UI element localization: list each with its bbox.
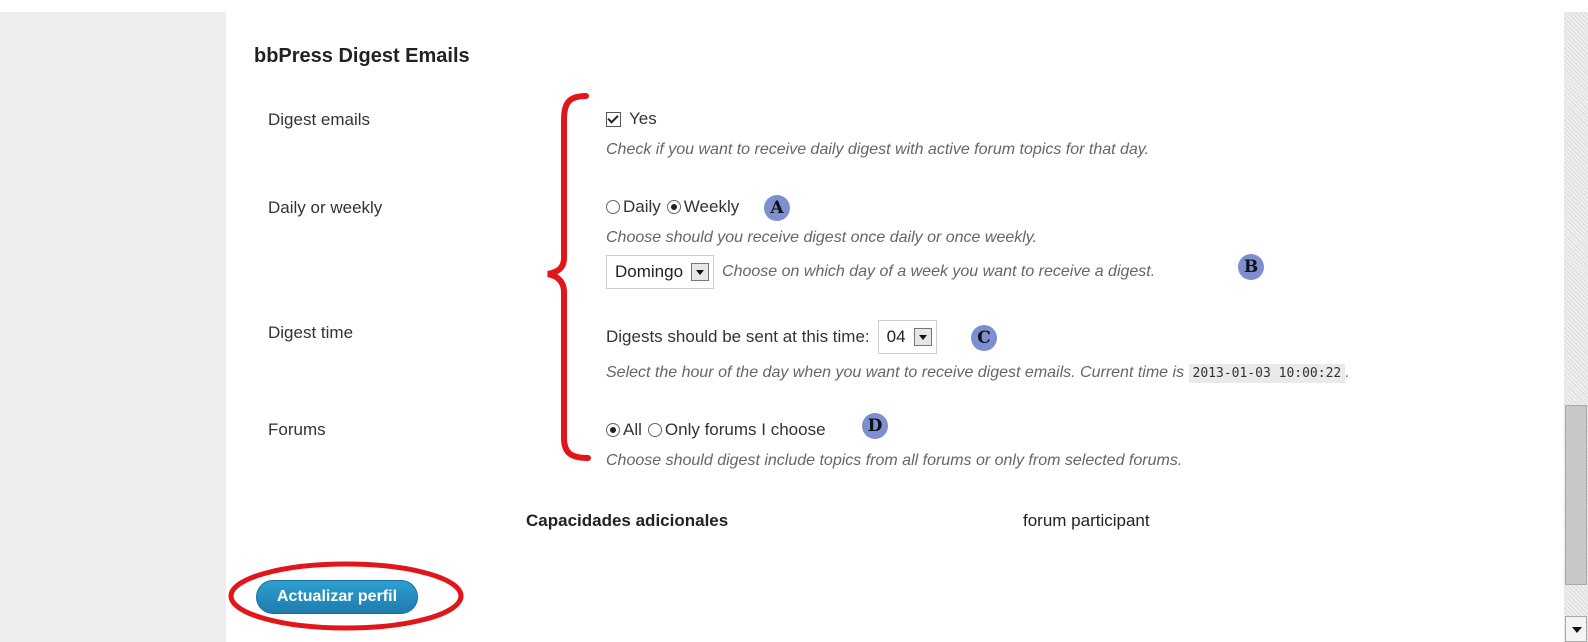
digest-time-description: Select the hour of the day when you want… (606, 364, 1185, 381)
hour-select-value: 04 (886, 327, 906, 346)
digest-time-prefix: Digests should be sent at this time: (606, 327, 870, 346)
all-forums-radio-label[interactable]: All (623, 420, 642, 440)
daily-weekly-description: Choose should you receive digest once da… (606, 229, 1038, 246)
chevron-down-icon[interactable] (913, 328, 932, 346)
annotation-badge-c: C (971, 325, 997, 351)
profile-content: bbPress Digest Emails Digest emails Yes … (226, 12, 1564, 642)
digest-emails-label: Digest emails (268, 110, 371, 129)
selected-forums-radio-label[interactable]: Only forums I choose (665, 420, 826, 440)
weekly-radio-label[interactable]: Weekly (684, 197, 739, 217)
scroll-down-icon[interactable] (1565, 616, 1587, 642)
annotation-badge-d: D (862, 413, 888, 439)
daily-radio-label[interactable]: Daily (623, 197, 661, 217)
digest-emails-description: Check if you want to receive daily diges… (606, 141, 1150, 158)
annotation-badge-a: A (764, 195, 790, 221)
vertical-scrollbar[interactable] (1564, 12, 1588, 642)
digest-emails-checkbox[interactable] (606, 111, 621, 127)
digest-emails-checkbox-label[interactable]: Yes (629, 109, 657, 129)
section-title: bbPress Digest Emails (254, 45, 470, 67)
selected-forums-radio[interactable] (647, 423, 662, 437)
forums-field: All Only forums I choose (606, 420, 826, 440)
daily-weekly-field: Daily Weekly (606, 197, 739, 217)
hour-select[interactable]: 04 (877, 320, 937, 354)
capabilities-label: Capacidades adicionales (526, 511, 729, 530)
day-select[interactable]: Domingo (606, 255, 715, 289)
capabilities-value: forum participant (1023, 511, 1150, 530)
forums-description: Choose should digest include topics from… (606, 452, 1183, 469)
weekly-radio[interactable] (666, 200, 681, 214)
digest-time-field: Digests should be sent at this time: 04 (606, 320, 937, 354)
annotation-badge-b: B (1238, 254, 1264, 280)
top-strip (0, 0, 1588, 12)
day-select-value: Domingo (615, 262, 684, 281)
day-select-description: Choose on which day of a week you want t… (722, 263, 1156, 280)
scrollbar-thumb[interactable] (1565, 405, 1587, 585)
digest-emails-field: Yes (606, 109, 657, 129)
digest-time-label: Digest time (268, 323, 354, 342)
daily-weekly-label: Daily or weekly (268, 198, 383, 217)
day-select-field: Domingo Choose on which day of a week yo… (606, 255, 1155, 289)
update-profile-button[interactable]: Actualizar perfil (256, 580, 418, 614)
all-forums-radio[interactable] (606, 423, 620, 437)
digest-time-description-row: Select the hour of the day when you want… (606, 364, 1350, 383)
current-time-value: 2013-01-03 10:00:22 (1188, 364, 1346, 383)
forums-label: Forums (268, 420, 326, 439)
digest-time-suffix: . (1345, 364, 1350, 381)
daily-radio[interactable] (606, 200, 620, 214)
chevron-down-icon[interactable] (691, 263, 710, 281)
